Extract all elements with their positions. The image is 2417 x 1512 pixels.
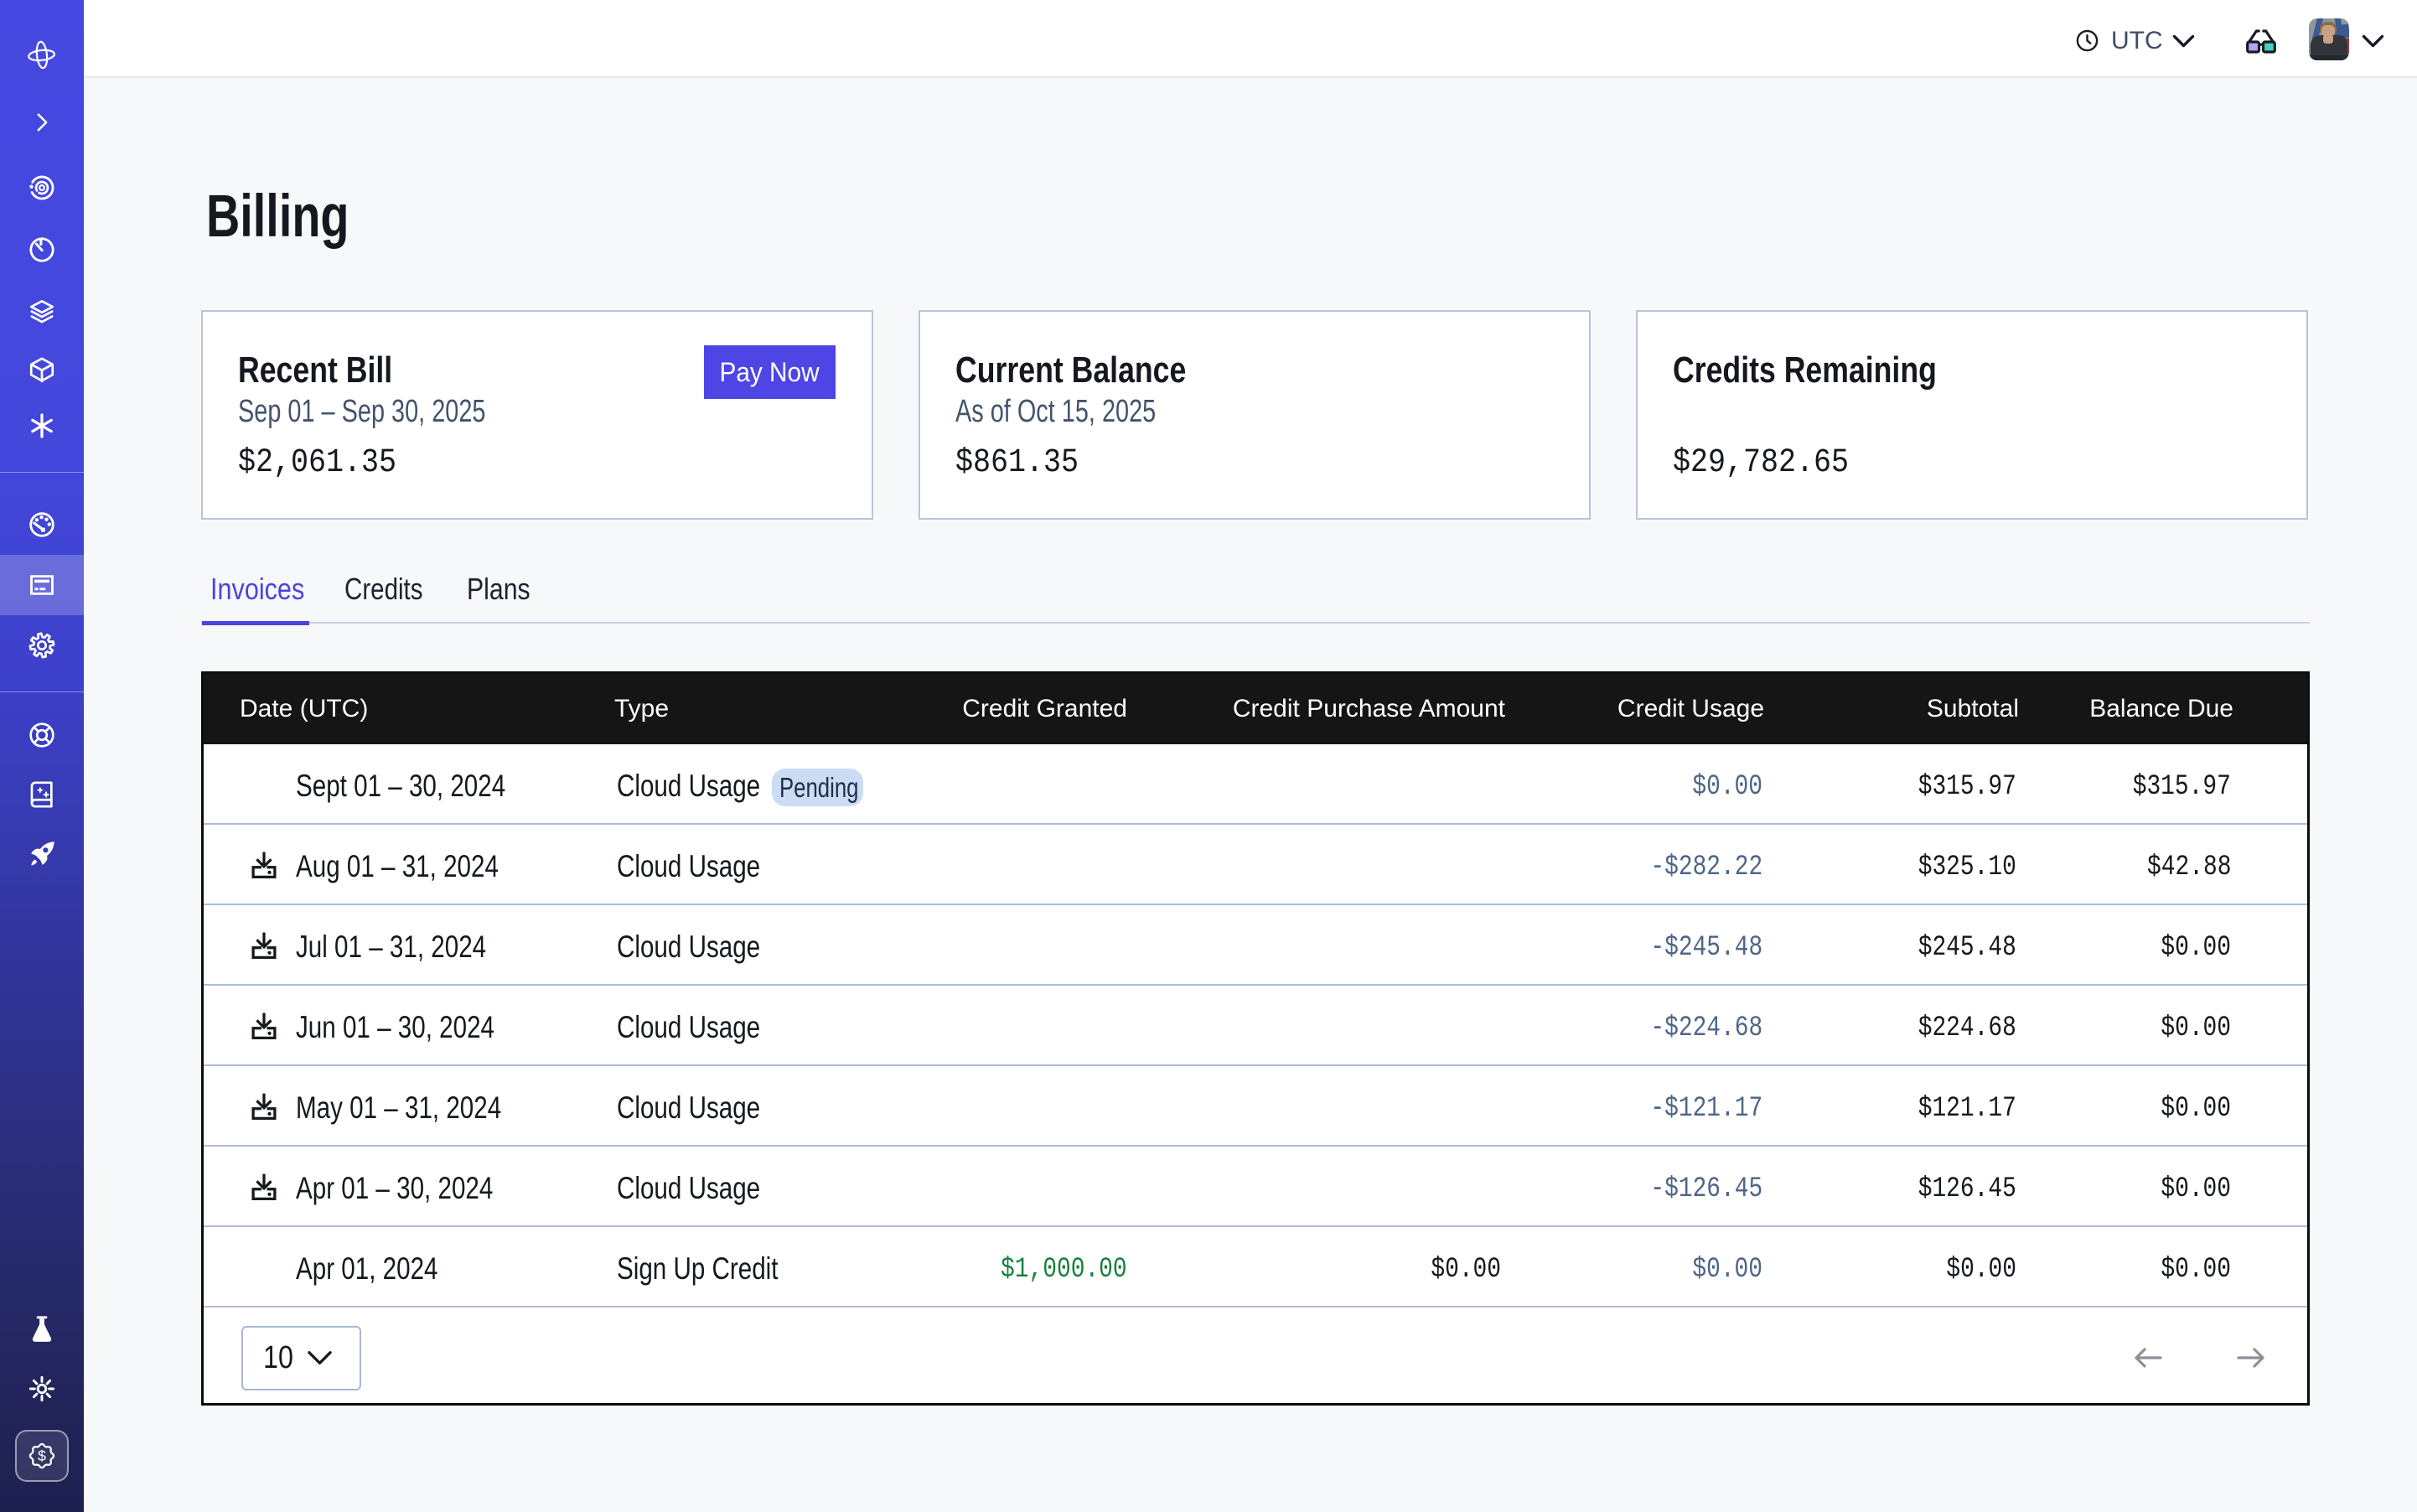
svg-text:$: $ [38,1447,46,1464]
